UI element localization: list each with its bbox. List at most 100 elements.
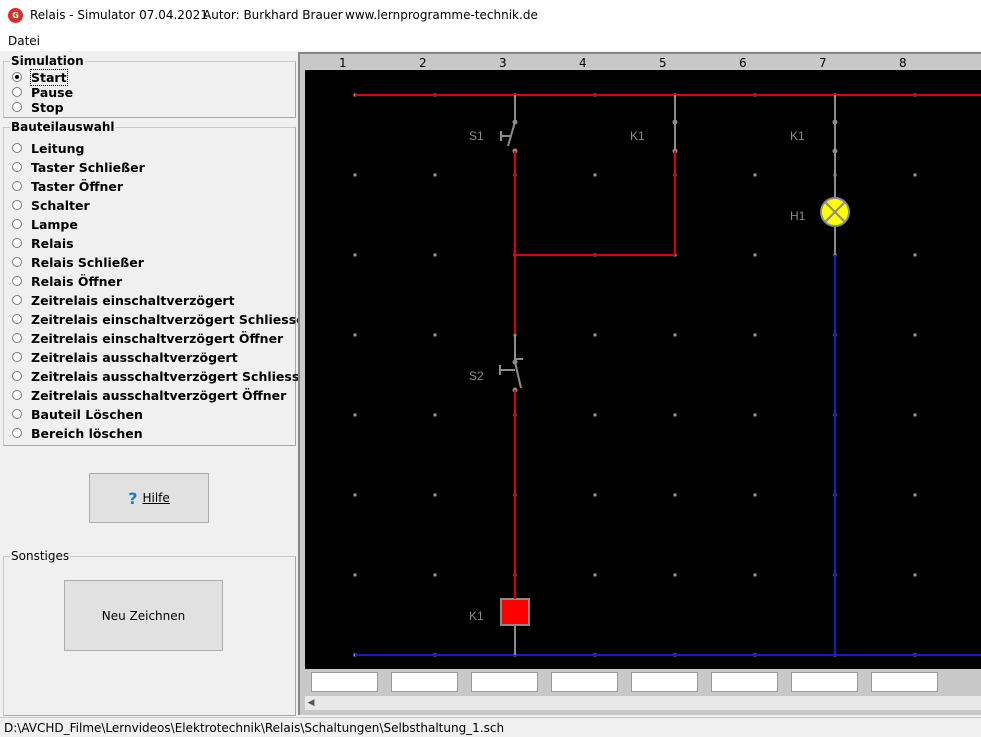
simulation-group-title: Simulation <box>10 54 85 68</box>
label-h1: H1 <box>790 209 806 223</box>
column-cell-box[interactable] <box>551 672 618 692</box>
part-option-label: Relais <box>31 235 74 251</box>
grid-dot <box>593 413 597 417</box>
part-option-11[interactable]: Zeitrelais einschaltverzögert Öffner <box>12 330 283 346</box>
radio-icon[interactable] <box>12 295 22 305</box>
horizontal-scrollbar[interactable] <box>305 696 981 710</box>
column-cell-box[interactable] <box>471 672 538 692</box>
part-option-label: Zeitrelais einschaltverzögert Öffner <box>31 330 284 346</box>
grid-dot <box>753 493 757 497</box>
grid-dot <box>433 573 437 577</box>
grid-dot <box>593 573 597 577</box>
part-option-5[interactable]: Lampe <box>12 216 78 232</box>
grid-dot <box>913 413 917 417</box>
redraw-button-label: Neu Zeichnen <box>101 608 186 623</box>
column-cell-box[interactable] <box>631 672 698 692</box>
simulation-option-start[interactable]: Start <box>12 68 68 86</box>
sonstiges-group-title: Sonstiges <box>10 549 71 563</box>
radio-icon[interactable] <box>12 200 22 210</box>
part-option-4[interactable]: Schalter <box>12 197 90 213</box>
grid-dot <box>913 253 917 257</box>
radio-icon[interactable] <box>12 333 22 343</box>
part-option-label: Lampe <box>31 216 78 232</box>
part-option-3[interactable]: Taster Öffner <box>12 178 123 194</box>
status-bar: D:\AVCHD_Filme\Lernvideos\Elektrotechnik… <box>0 717 981 737</box>
part-option-1[interactable]: Leitung <box>12 140 84 156</box>
redraw-button[interactable]: Neu Zeichnen <box>64 580 223 651</box>
grid-dot <box>673 413 677 417</box>
simulation-group: Simulation Start Pause Stop <box>3 54 296 118</box>
radio-icon[interactable] <box>12 238 22 248</box>
label-s1: S1 <box>469 129 484 143</box>
part-option-14[interactable]: Zeitrelais ausschaltverzögert Öffner <box>12 387 286 403</box>
label-k1-contact-b: K1 <box>790 129 805 143</box>
part-option-label: Leitung <box>31 140 85 156</box>
radio-icon[interactable] <box>12 219 22 229</box>
grid-dot <box>673 333 677 337</box>
lamp-h1[interactable] <box>820 197 850 227</box>
radio-icon[interactable] <box>12 181 22 191</box>
column-label: 6 <box>739 56 747 70</box>
grid-dot <box>353 573 357 577</box>
column-label: 3 <box>499 56 507 70</box>
radio-icon[interactable] <box>12 102 22 112</box>
part-option-label: Relais Schließer <box>31 254 144 270</box>
part-option-7[interactable]: Relais Schließer <box>12 254 144 270</box>
column-label: 8 <box>899 56 907 70</box>
radio-icon[interactable] <box>12 257 22 267</box>
part-option-12[interactable]: Zeitrelais ausschaltverzögert <box>12 349 238 365</box>
column-cell-box[interactable] <box>391 672 458 692</box>
help-button[interactable]: ? Hilfe <box>89 473 209 523</box>
part-option-9[interactable]: Zeitrelais einschaltverzögert <box>12 292 235 308</box>
grid-dot <box>353 333 357 337</box>
part-option-13[interactable]: Zeitrelais ausschaltverzögert Schliesser <box>12 368 314 384</box>
bauteilauswahl-group: Bauteilauswahl Leitung Taster Schließer Ta… <box>3 120 314 446</box>
part-option-16[interactable]: Bereich löschen <box>12 425 143 441</box>
grid-dot <box>353 253 357 257</box>
file-path: D:\AVCHD_Filme\Lernvideos\Elektrotechnik… <box>4 721 505 735</box>
part-option-label: Schalter <box>31 197 90 213</box>
column-cell-box[interactable] <box>791 672 858 692</box>
grid-dot <box>913 173 917 177</box>
part-option-2[interactable]: Taster Schließer <box>12 159 145 175</box>
column-label: 1 <box>339 56 347 70</box>
part-option-6[interactable]: Relais <box>12 235 74 251</box>
part-option-label: Taster Öffner <box>31 178 124 194</box>
menu-datei[interactable]: Datei <box>8 34 40 48</box>
radio-icon[interactable] <box>12 87 22 97</box>
radio-icon[interactable] <box>12 428 22 438</box>
menu-bar: Datei <box>0 31 981 51</box>
radio-icon[interactable] <box>12 409 22 419</box>
column-cell-box[interactable] <box>311 672 378 692</box>
grid-dot <box>753 333 757 337</box>
radio-icon[interactable] <box>12 162 22 172</box>
scroll-left-arrow-icon[interactable]: ◀ <box>305 696 317 710</box>
simulation-option-pause[interactable]: Pause <box>12 84 73 100</box>
grid-dot <box>433 333 437 337</box>
part-option-8[interactable]: Relais Öffner <box>12 273 122 289</box>
radio-icon[interactable] <box>12 352 22 362</box>
radio-icon[interactable] <box>12 276 22 286</box>
part-option-label: Taster Schließer <box>31 159 145 175</box>
grid-dot <box>353 173 357 177</box>
simulation-option-label: Pause <box>31 84 74 100</box>
grid-dot <box>913 493 917 497</box>
radio-icon[interactable] <box>12 390 22 400</box>
column-label: 5 <box>659 56 667 70</box>
radio-icon[interactable] <box>12 314 22 324</box>
label-k1-coil: K1 <box>469 609 484 623</box>
circuit-canvas[interactable]: S1 K1 K1 H1 S2 K1 <box>305 70 981 669</box>
radio-icon[interactable] <box>12 371 22 381</box>
part-option-15[interactable]: Bauteil Löschen <box>12 406 143 422</box>
column-cell-box[interactable] <box>711 672 778 692</box>
column-cell-box[interactable] <box>871 672 938 692</box>
radio-icon[interactable] <box>12 143 22 153</box>
simulation-option-stop[interactable]: Stop <box>12 99 64 115</box>
label-k1-contact-a: K1 <box>630 129 645 143</box>
part-option-10[interactable]: Zeitrelais einschaltverzögert Schliesser <box>12 311 311 327</box>
grid-dot <box>433 413 437 417</box>
radio-icon[interactable] <box>12 72 22 82</box>
column-label: 4 <box>579 56 587 70</box>
help-button-label: Hilfe <box>142 491 170 505</box>
part-option-label: Zeitrelais ausschaltverzögert Schliesser <box>31 368 314 384</box>
